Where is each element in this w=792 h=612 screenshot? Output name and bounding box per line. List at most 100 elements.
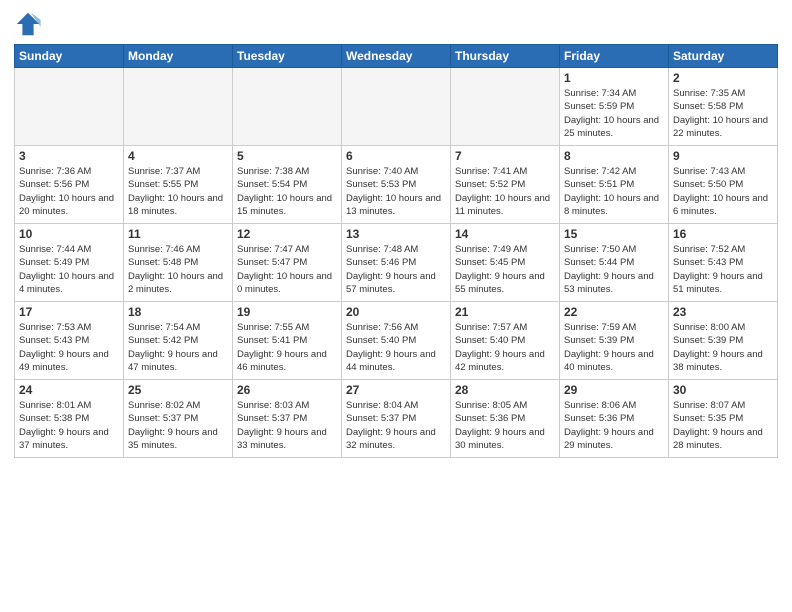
- day-info: Sunrise: 7:54 AM Sunset: 5:42 PM Dayligh…: [128, 321, 228, 374]
- day-info: Sunrise: 8:03 AM Sunset: 5:37 PM Dayligh…: [237, 399, 337, 452]
- day-cell: 5 Sunrise: 7:38 AM Sunset: 5:54 PM Daylig…: [233, 146, 342, 224]
- day-info: Sunrise: 8:04 AM Sunset: 5:37 PM Dayligh…: [346, 399, 446, 452]
- day-number: 10: [19, 227, 119, 241]
- day-cell: [451, 68, 560, 146]
- weekday-saturday: Saturday: [669, 45, 778, 68]
- day-cell: 14Sunrise: 7:49 AM Sunset: 5:45 PM Dayli…: [451, 224, 560, 302]
- day-cell: 1 Sunrise: 7:34 AM Sunset: 5:59 PM Daylig…: [560, 68, 669, 146]
- day-info: Sunrise: 7:50 AM Sunset: 5:44 PM Dayligh…: [564, 243, 664, 296]
- day-info: Sunrise: 8:01 AM Sunset: 5:38 PM Dayligh…: [19, 399, 119, 452]
- day-cell: [15, 68, 124, 146]
- day-info: Sunrise: 7:37 AM Sunset: 5:55 PM Dayligh…: [128, 165, 228, 218]
- week-row-4: 17 Sunrise: 7:53 AM Sunset: 5:43 PM Dayli…: [15, 302, 778, 380]
- day-number: 3: [19, 149, 119, 163]
- day-number: 8: [564, 149, 664, 163]
- day-info: Sunrise: 7:43 AM Sunset: 5:50 PM Dayligh…: [673, 165, 773, 218]
- day-cell: 21 Sunrise: 7:57 AM Sunset: 5:40 PM Dayli…: [451, 302, 560, 380]
- day-cell: [124, 68, 233, 146]
- day-cell: 27 Sunrise: 8:04 AM Sunset: 5:37 PM Dayli…: [342, 380, 451, 458]
- day-number: 28: [455, 383, 555, 397]
- day-info: Sunrise: 7:52 AM Sunset: 5:43 PM Dayligh…: [673, 243, 773, 296]
- week-row-1: 1 Sunrise: 7:34 AM Sunset: 5:59 PM Daylig…: [15, 68, 778, 146]
- day-cell: 2 Sunrise: 7:35 AM Sunset: 5:58 PM Daylig…: [669, 68, 778, 146]
- day-cell: 7Sunrise: 7:41 AM Sunset: 5:52 PM Daylig…: [451, 146, 560, 224]
- day-cell: 19 Sunrise: 7:55 AM Sunset: 5:41 PM Dayli…: [233, 302, 342, 380]
- day-number: 17: [19, 305, 119, 319]
- day-info: Sunrise: 8:07 AM Sunset: 5:35 PM Dayligh…: [673, 399, 773, 452]
- day-number: 9: [673, 149, 773, 163]
- weekday-wednesday: Wednesday: [342, 45, 451, 68]
- day-cell: 10 Sunrise: 7:44 AM Sunset: 5:49 PM Dayli…: [15, 224, 124, 302]
- day-cell: 3 Sunrise: 7:36 AM Sunset: 5:56 PM Daylig…: [15, 146, 124, 224]
- day-number: 2: [673, 71, 773, 85]
- day-info: Sunrise: 7:57 AM Sunset: 5:40 PM Dayligh…: [455, 321, 555, 374]
- day-number: 13: [346, 227, 446, 241]
- day-number: 29: [564, 383, 664, 397]
- day-cell: 18Sunrise: 7:54 AM Sunset: 5:42 PM Dayli…: [124, 302, 233, 380]
- day-info: Sunrise: 8:06 AM Sunset: 5:36 PM Dayligh…: [564, 399, 664, 452]
- weekday-tuesday: Tuesday: [233, 45, 342, 68]
- day-info: Sunrise: 7:46 AM Sunset: 5:48 PM Dayligh…: [128, 243, 228, 296]
- day-number: 1: [564, 71, 664, 85]
- day-info: Sunrise: 7:55 AM Sunset: 5:41 PM Dayligh…: [237, 321, 337, 374]
- day-info: Sunrise: 7:56 AM Sunset: 5:40 PM Dayligh…: [346, 321, 446, 374]
- day-info: Sunrise: 7:34 AM Sunset: 5:59 PM Dayligh…: [564, 87, 664, 140]
- calendar-body: 1 Sunrise: 7:34 AM Sunset: 5:59 PM Daylig…: [15, 68, 778, 458]
- weekday-friday: Friday: [560, 45, 669, 68]
- day-cell: 4 Sunrise: 7:37 AM Sunset: 5:55 PM Daylig…: [124, 146, 233, 224]
- weekday-monday: Monday: [124, 45, 233, 68]
- day-cell: [233, 68, 342, 146]
- day-cell: 26 Sunrise: 8:03 AM Sunset: 5:37 PM Dayli…: [233, 380, 342, 458]
- day-number: 22: [564, 305, 664, 319]
- day-info: Sunrise: 7:44 AM Sunset: 5:49 PM Dayligh…: [19, 243, 119, 296]
- day-number: 16: [673, 227, 773, 241]
- day-cell: 17 Sunrise: 7:53 AM Sunset: 5:43 PM Dayli…: [15, 302, 124, 380]
- logo: [14, 10, 44, 38]
- day-cell: 13Sunrise: 7:48 AM Sunset: 5:46 PM Dayli…: [342, 224, 451, 302]
- calendar-header: SundayMondayTuesdayWednesdayThursdayFrid…: [15, 45, 778, 68]
- day-info: Sunrise: 7:36 AM Sunset: 5:56 PM Dayligh…: [19, 165, 119, 218]
- logo-icon: [14, 10, 42, 38]
- day-number: 20: [346, 305, 446, 319]
- day-info: Sunrise: 7:42 AM Sunset: 5:51 PM Dayligh…: [564, 165, 664, 218]
- day-number: 26: [237, 383, 337, 397]
- day-cell: 16 Sunrise: 7:52 AM Sunset: 5:43 PM Dayli…: [669, 224, 778, 302]
- day-cell: 6Sunrise: 7:40 AM Sunset: 5:53 PM Daylig…: [342, 146, 451, 224]
- weekday-header-row: SundayMondayTuesdayWednesdayThursdayFrid…: [15, 45, 778, 68]
- day-cell: 15 Sunrise: 7:50 AM Sunset: 5:44 PM Dayli…: [560, 224, 669, 302]
- day-cell: 25Sunrise: 8:02 AM Sunset: 5:37 PM Dayli…: [124, 380, 233, 458]
- day-cell: 30 Sunrise: 8:07 AM Sunset: 5:35 PM Dayli…: [669, 380, 778, 458]
- day-number: 24: [19, 383, 119, 397]
- day-number: 19: [237, 305, 337, 319]
- day-number: 4: [128, 149, 228, 163]
- day-info: Sunrise: 7:59 AM Sunset: 5:39 PM Dayligh…: [564, 321, 664, 374]
- day-cell: 23Sunrise: 8:00 AM Sunset: 5:39 PM Dayli…: [669, 302, 778, 380]
- day-number: 15: [564, 227, 664, 241]
- day-info: Sunrise: 7:35 AM Sunset: 5:58 PM Dayligh…: [673, 87, 773, 140]
- weekday-sunday: Sunday: [15, 45, 124, 68]
- day-cell: 24 Sunrise: 8:01 AM Sunset: 5:38 PM Dayli…: [15, 380, 124, 458]
- day-cell: [342, 68, 451, 146]
- page: SundayMondayTuesdayWednesdayThursdayFrid…: [0, 0, 792, 612]
- day-cell: 9 Sunrise: 7:43 AM Sunset: 5:50 PM Daylig…: [669, 146, 778, 224]
- day-number: 27: [346, 383, 446, 397]
- day-cell: 20 Sunrise: 7:56 AM Sunset: 5:40 PM Dayli…: [342, 302, 451, 380]
- day-info: Sunrise: 7:41 AM Sunset: 5:52 PM Dayligh…: [455, 165, 555, 218]
- day-number: 21: [455, 305, 555, 319]
- day-number: 11: [128, 227, 228, 241]
- day-number: 30: [673, 383, 773, 397]
- day-number: 6: [346, 149, 446, 163]
- day-cell: 11 Sunrise: 7:46 AM Sunset: 5:48 PM Dayli…: [124, 224, 233, 302]
- header: [14, 10, 778, 38]
- day-number: 12: [237, 227, 337, 241]
- day-info: Sunrise: 7:47 AM Sunset: 5:47 PM Dayligh…: [237, 243, 337, 296]
- day-cell: 22 Sunrise: 7:59 AM Sunset: 5:39 PM Dayli…: [560, 302, 669, 380]
- week-row-3: 10 Sunrise: 7:44 AM Sunset: 5:49 PM Dayli…: [15, 224, 778, 302]
- day-info: Sunrise: 7:49 AM Sunset: 5:45 PM Dayligh…: [455, 243, 555, 296]
- day-info: Sunrise: 7:53 AM Sunset: 5:43 PM Dayligh…: [19, 321, 119, 374]
- week-row-2: 3 Sunrise: 7:36 AM Sunset: 5:56 PM Daylig…: [15, 146, 778, 224]
- week-row-5: 24 Sunrise: 8:01 AM Sunset: 5:38 PM Dayli…: [15, 380, 778, 458]
- day-number: 23: [673, 305, 773, 319]
- day-number: 5: [237, 149, 337, 163]
- day-info: Sunrise: 7:38 AM Sunset: 5:54 PM Dayligh…: [237, 165, 337, 218]
